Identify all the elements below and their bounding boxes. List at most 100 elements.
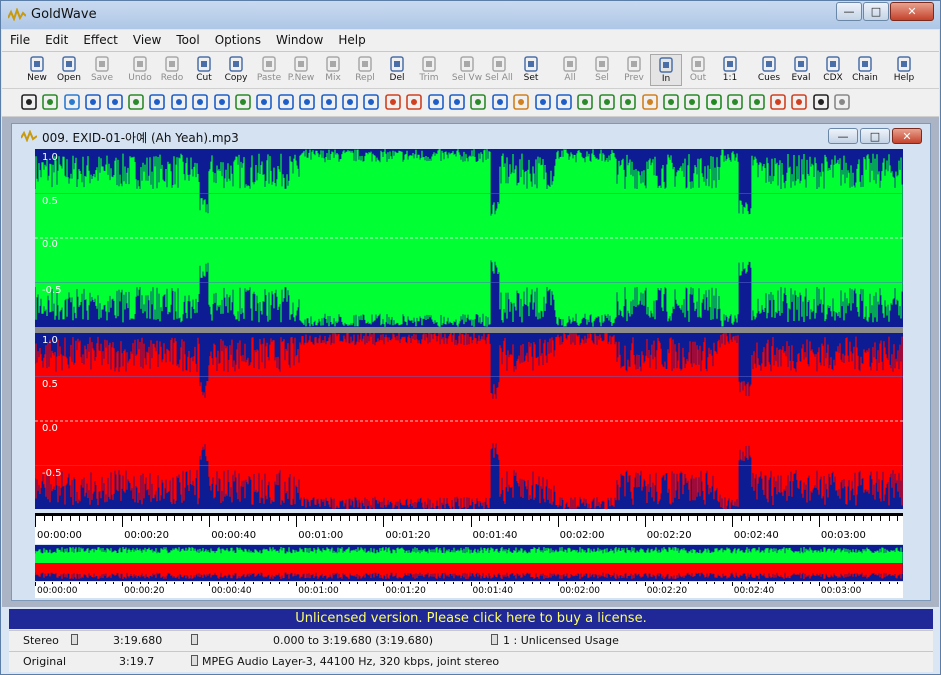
- clip-icon[interactable]: [790, 93, 808, 111]
- toolbar-prev-button[interactable]: Prev: [618, 54, 650, 86]
- menu-file[interactable]: File: [2, 30, 37, 51]
- doppler-icon[interactable]: [106, 93, 124, 111]
- open-folder-icon: [60, 56, 78, 72]
- menu-tool[interactable]: Tool: [168, 30, 206, 51]
- menu-edit[interactable]: Edit: [37, 30, 75, 51]
- bandpass-icon[interactable]: [41, 93, 59, 111]
- toolbar-all-button[interactable]: All: [554, 54, 586, 86]
- license-banner[interactable]: Unlicensed version. Please click here to…: [9, 609, 933, 629]
- mechanize-icon[interactable]: [298, 93, 316, 111]
- toolbar-sel-button[interactable]: Sel: [586, 54, 618, 86]
- toolbar-undo-button[interactable]: Undo: [124, 54, 156, 86]
- spectrum-filter-icon[interactable]: [469, 93, 487, 111]
- fade-in-icon[interactable]: [191, 93, 209, 111]
- toolbar-del-button[interactable]: Del: [381, 54, 413, 86]
- toolbar-open-button[interactable]: Open: [53, 54, 85, 86]
- dynamics-icon[interactable]: [127, 93, 145, 111]
- play-icon[interactable]: [705, 93, 723, 111]
- auto-gain-icon[interactable]: [20, 93, 38, 111]
- dial-icon[interactable]: [812, 93, 830, 111]
- toolbar-1-1-button[interactable]: 1:1: [714, 54, 746, 86]
- overview-waveform[interactable]: [35, 545, 903, 581]
- flanger-icon[interactable]: [255, 93, 273, 111]
- menu-options[interactable]: Options: [207, 30, 268, 51]
- ruler-tick: [191, 516, 193, 521]
- overview-left-trace: [35, 547, 903, 563]
- reverse-icon[interactable]: [427, 93, 445, 111]
- toolbar-cues-button[interactable]: Cues: [753, 54, 785, 86]
- maximize-volume-icon[interactable]: [641, 93, 659, 111]
- toolbar-repl-button[interactable]: Repl: [349, 54, 381, 86]
- toolbar-copy-button[interactable]: Copy: [220, 54, 252, 86]
- toolbar-label: Help: [893, 73, 915, 83]
- ruler-tick: [252, 582, 254, 584]
- toolbar-save-button[interactable]: Save: [86, 54, 118, 86]
- toolbar-redo-button[interactable]: Redo: [156, 54, 188, 86]
- pitch-icon[interactable]: [362, 93, 380, 111]
- toolbar-eval-button[interactable]: Eval: [785, 54, 817, 86]
- filter-icon[interactable]: [234, 93, 252, 111]
- mail-icon[interactable]: [833, 93, 851, 111]
- playback-rate-icon[interactable]: [384, 93, 402, 111]
- toolbar-label: Chain: [852, 73, 878, 83]
- reverb-icon[interactable]: [405, 93, 423, 111]
- minimize-button[interactable]: —: [836, 2, 862, 21]
- resample-icon[interactable]: [576, 93, 594, 111]
- fade-out-icon[interactable]: [213, 93, 231, 111]
- smoother-icon[interactable]: [598, 93, 616, 111]
- toolbar-cdx-button[interactable]: CDX: [817, 54, 849, 86]
- toolbar-mix-button[interactable]: Mix: [317, 54, 349, 86]
- menu-view[interactable]: View: [125, 30, 168, 51]
- noise-reduction-icon[interactable]: [534, 93, 552, 111]
- right-tick-05: 0.5: [42, 379, 58, 390]
- marker-icon[interactable]: [769, 93, 787, 111]
- toolbar-label: Sel All: [485, 73, 513, 83]
- save-disk-icon: [93, 56, 111, 72]
- hz-icon[interactable]: [726, 93, 744, 111]
- doc-maximize-button[interactable]: □: [860, 128, 890, 144]
- time-ruler[interactable]: 00:00:00 00:00:20 00:00:40 00:01:00 00:01:20…: [35, 513, 903, 544]
- toolbar-sel-vw-button[interactable]: Sel Vw: [451, 54, 483, 86]
- stereo-icon[interactable]: [662, 93, 680, 111]
- swap-icon[interactable]: [748, 93, 766, 111]
- time-warp-icon[interactable]: [491, 93, 509, 111]
- doc-minimize-button[interactable]: —: [828, 128, 858, 144]
- pop-click-icon[interactable]: [555, 93, 573, 111]
- close-button[interactable]: ✕: [890, 2, 934, 21]
- ruler-tick: [575, 516, 576, 521]
- echo-icon[interactable]: [148, 93, 166, 111]
- toolbar-chain-button[interactable]: Chain: [849, 54, 881, 86]
- ruler-tick: [470, 582, 472, 586]
- ruler-tick: [235, 582, 237, 584]
- title-bar[interactable]: GoldWave — □ ✕: [1, 1, 940, 29]
- offset-icon[interactable]: [320, 93, 338, 111]
- toolbar-cut-button[interactable]: Cut: [188, 54, 220, 86]
- menu-effect[interactable]: Effect: [75, 30, 125, 51]
- volume-icon[interactable]: [512, 93, 530, 111]
- menu-help[interactable]: Help: [330, 30, 372, 51]
- toolbar-set-button[interactable]: Set: [515, 54, 547, 86]
- toolbar-sel-all-button[interactable]: Sel All: [483, 54, 515, 86]
- maximize-button[interactable]: □: [863, 2, 889, 21]
- invert-icon[interactable]: [277, 93, 295, 111]
- toolbar-new-button[interactable]: New: [21, 54, 53, 86]
- channel-mixer-icon[interactable]: [63, 93, 81, 111]
- equalizer-icon[interactable]: [170, 93, 188, 111]
- ruler-tick: [52, 516, 54, 521]
- doc-close-button[interactable]: ✕: [892, 128, 922, 144]
- toolbar-paste-button[interactable]: Paste: [253, 54, 285, 86]
- ruler-tick: [740, 582, 742, 584]
- ruler-tick: [400, 582, 402, 584]
- toolbar-in-button[interactable]: In: [650, 54, 682, 86]
- match-volume-icon[interactable]: [619, 93, 637, 111]
- compressor-icon[interactable]: [84, 93, 102, 111]
- toolbar-out-button[interactable]: Out: [682, 54, 714, 86]
- silence-icon[interactable]: [448, 93, 466, 111]
- menu-window[interactable]: Window: [268, 30, 330, 51]
- toolbar-help-button[interactable]: Help: [888, 54, 920, 86]
- voice-icon[interactable]: [683, 93, 701, 111]
- toolbar-p-new-button[interactable]: P.New: [285, 54, 317, 86]
- toolbar-trim-button[interactable]: Trim: [413, 54, 445, 86]
- ruler-tick: [392, 582, 394, 584]
- pan-icon[interactable]: [341, 93, 359, 111]
